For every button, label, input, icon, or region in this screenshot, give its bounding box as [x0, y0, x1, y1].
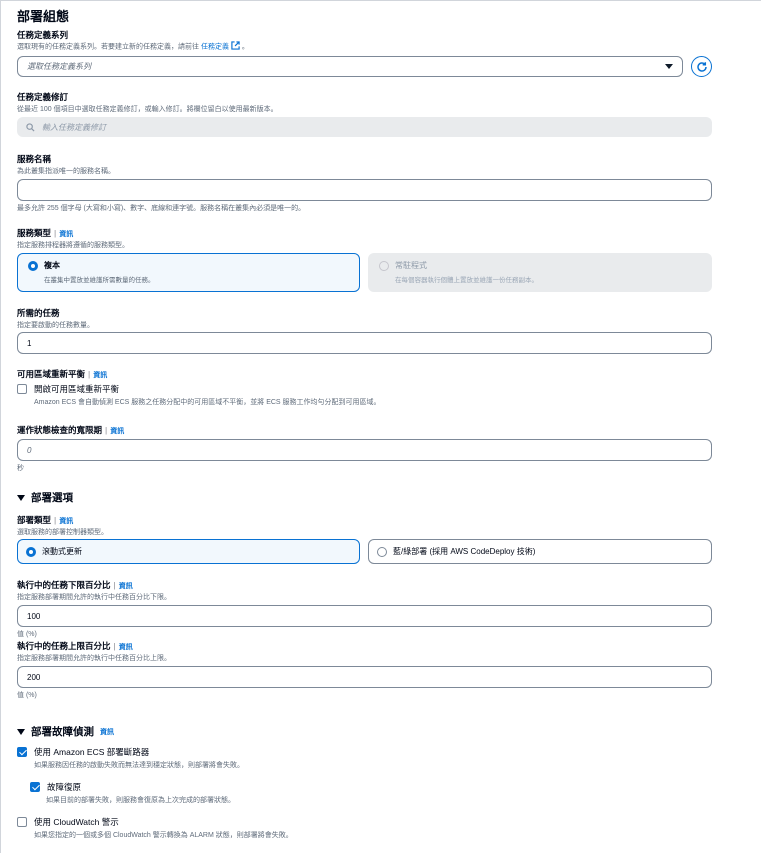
task-def-family-placeholder: 選取任務定義系列: [27, 62, 91, 71]
caret-down-icon: [17, 728, 25, 735]
desired-tasks-desc: 指定要啟動的任務數量。: [17, 322, 94, 329]
circuit-breaker-row[interactable]: 使用 Amazon ECS 部署斷路器: [17, 746, 149, 758]
blue-green-radio[interactable]: [377, 546, 387, 557]
task-def-revision-input[interactable]: 輸入任務定義修訂: [17, 117, 712, 137]
max-percent-desc: 指定服務部署期間允許的執行中任務百分比上限。: [17, 655, 171, 662]
min-percent-label: 執行中的任務下限百分比: [17, 580, 111, 590]
blue-green-tile[interactable]: 藍/綠部署 (採用 AWS CodeDeploy 技術): [368, 539, 712, 564]
rollback-label: 故障復原: [47, 782, 82, 792]
service-name-desc: 為此叢集指派唯一的服務名稱。: [17, 168, 115, 175]
external-link-icon[interactable]: [231, 41, 240, 52]
circuit-breaker-label: 使用 Amazon ECS 部署斷路器: [34, 747, 150, 757]
circuit-breaker-desc: 如果服務因任務的啟動失敗而無法達到穩定狀態，則部署將會失敗。: [34, 762, 244, 769]
task-def-link[interactable]: 任務定義: [201, 43, 229, 50]
task-def-revision-placeholder: 輸入任務定義修訂: [42, 122, 106, 132]
caret-down-icon: [17, 494, 25, 501]
deployment-type-label: 部署類型: [17, 515, 52, 525]
deployment-options-heading: 部署選項: [31, 492, 73, 504]
task-def-family-select[interactable]: 選取任務定義系列: [17, 56, 683, 77]
task-def-family-desc-text: 選取現有的任務定義系列。若要建立新的任務定義，請前往: [17, 43, 199, 51]
health-check-grace-input[interactable]: 0: [17, 439, 712, 461]
az-rebalancing-checkbox-label: 開啟可用區域重新平衡: [34, 384, 120, 394]
daemon-desc: 在每個容器執行個體上置放並維護一份任務副本。: [395, 277, 538, 284]
health-check-heading: 運作狀態檢查的寬限期 | 資訊: [17, 425, 125, 435]
service-type-daemon-tile: 常駐程式 在每個容器執行個體上置放並維護一份任務副本。: [368, 253, 712, 292]
task-def-family-label: 任務定義系列: [17, 30, 69, 40]
service-name-label: 服務名稱: [17, 154, 52, 164]
caret-down-icon: [665, 64, 673, 69]
task-def-family-desc: 選取現有的任務定義系列。若要建立新的任務定義，請前往 任務定義 。: [17, 41, 249, 52]
cloudwatch-desc: 如果您指定的一個或多個 CloudWatch 警示轉換為 ALARM 狀態，則部…: [34, 832, 293, 839]
az-rebalancing-checkbox[interactable]: [17, 384, 27, 394]
az-rebalancing-heading: 可用區域重新平衡 | 資訊: [17, 369, 108, 379]
service-type-label: 服務類型: [17, 228, 52, 238]
rollback-row[interactable]: 故障復原: [30, 781, 81, 793]
replica-desc: 在叢集中置放並維護所需數量的任務。: [44, 277, 155, 284]
service-type-replica-tile[interactable]: 複本 在叢集中置放並維護所需數量的任務。: [17, 253, 360, 292]
health-check-info-link[interactable]: 資訊: [110, 428, 124, 435]
blue-green-title: 藍/綠部署 (採用 AWS CodeDeploy 技術): [393, 547, 536, 556]
az-rebalancing-checkbox-desc: Amazon ECS 會自動偵測 ECS 服務之任務分配中的可用區域不平衡，並將…: [34, 399, 381, 406]
az-rebalancing-label: 可用區域重新平衡: [17, 369, 86, 379]
max-percent-label: 執行中的任務上限百分比: [17, 641, 111, 651]
refresh-button[interactable]: [691, 56, 712, 77]
service-name-hint: 最多允許 255 個字母 (大寫和小寫)、數字、底線和連字號。服務名稱在叢集內必…: [17, 205, 306, 212]
health-check-label: 運作狀態檢查的寬限期: [17, 425, 103, 435]
az-rebalancing-info-link[interactable]: 資訊: [93, 372, 107, 379]
rolling-update-tile[interactable]: 滾動式更新: [17, 539, 360, 564]
failure-detection-header[interactable]: 部署故障偵測 資訊: [17, 724, 114, 739]
service-name-input[interactable]: [17, 179, 712, 201]
min-percent-input[interactable]: 100: [17, 605, 712, 627]
max-percent-unit: 值 (%): [17, 692, 37, 699]
max-percent-input[interactable]: 200: [17, 666, 712, 688]
task-def-family-desc-end: 。: [241, 43, 249, 51]
min-percent-info-link[interactable]: 資訊: [119, 583, 133, 590]
rolling-update-title: 滾動式更新: [42, 547, 82, 556]
health-check-unit: 秒: [17, 465, 24, 472]
page-title: 部署組態: [17, 9, 70, 24]
deployment-type-heading: 部署類型 | 資訊: [17, 515, 74, 525]
cloudwatch-label: 使用 CloudWatch 警示: [34, 817, 119, 827]
deployment-type-info-link[interactable]: 資訊: [59, 518, 73, 525]
rollback-checkbox[interactable]: [30, 782, 40, 792]
service-type-info-link[interactable]: 資訊: [59, 231, 73, 238]
max-percent-heading: 執行中的任務上限百分比 | 資訊: [17, 641, 133, 651]
refresh-icon: [696, 61, 708, 73]
daemon-title: 常駐程式: [395, 261, 427, 270]
daemon-radio: [379, 260, 389, 271]
desired-tasks-label: 所需的任務: [17, 308, 60, 318]
replica-title: 複本: [44, 261, 60, 270]
service-type-desc: 指定服務排程器將遵循的服務類型。: [17, 242, 129, 249]
failure-detection-info-link[interactable]: 資訊: [100, 727, 114, 737]
task-def-revision-desc: 從最近 100 個項目中選取任務定義修訂，或輸入修訂。將欄位留白以使用最新版本。: [17, 106, 278, 113]
service-type-heading: 服務類型 | 資訊: [17, 228, 74, 238]
min-percent-desc: 指定服務部署期間允許的執行中任務百分比下限。: [17, 594, 171, 601]
rolling-update-radio[interactable]: [26, 546, 36, 557]
min-percent-unit: 值 (%): [17, 631, 37, 638]
rollback-desc: 如果目前的部署失敗，則服務會復原為上次完成的部署狀態。: [46, 797, 235, 804]
task-def-revision-label: 任務定義修訂: [17, 92, 69, 102]
cloudwatch-checkbox[interactable]: [17, 817, 27, 827]
deployment-type-desc: 選取服務的部署控制器類型。: [17, 529, 108, 536]
search-icon: [26, 122, 35, 132]
max-percent-info-link[interactable]: 資訊: [119, 644, 133, 651]
desired-tasks-input[interactable]: 1: [17, 332, 712, 354]
failure-detection-heading: 部署故障偵測: [31, 726, 94, 738]
circuit-breaker-checkbox[interactable]: [17, 747, 27, 757]
min-percent-heading: 執行中的任務下限百分比 | 資訊: [17, 580, 133, 590]
replica-radio[interactable]: [28, 260, 38, 271]
az-rebalancing-checkbox-row[interactable]: 開啟可用區域重新平衡: [17, 383, 119, 395]
deployment-options-header[interactable]: 部署選項: [17, 490, 73, 505]
cloudwatch-row[interactable]: 使用 CloudWatch 警示: [17, 816, 119, 828]
